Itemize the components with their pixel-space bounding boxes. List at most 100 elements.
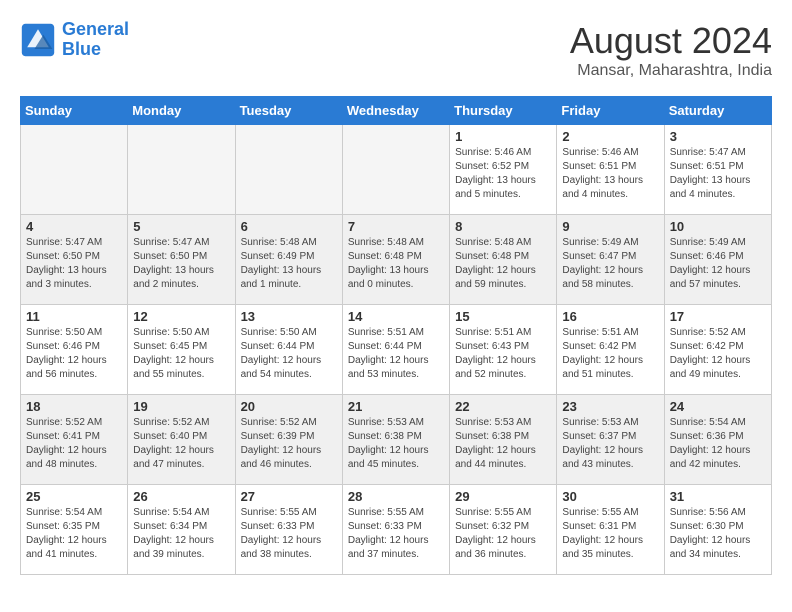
day-info: Sunrise: 5:52 AM Sunset: 6:39 PM Dayligh…	[241, 416, 337, 472]
day-number: 26	[133, 489, 229, 504]
calendar-cell: 12 Sunrise: 5:50 AM Sunset: 6:45 PM Dayli…	[128, 305, 235, 395]
day-number: 21	[348, 399, 444, 414]
day-info: Sunrise: 5:47 AM Sunset: 6:50 PM Dayligh…	[133, 236, 229, 292]
calendar-cell: 3 Sunrise: 5:47 AM Sunset: 6:51 PM Daylig…	[664, 125, 771, 215]
calendar-cell: 19 Sunrise: 5:52 AM Sunset: 6:40 PM Dayli…	[128, 395, 235, 485]
day-number: 27	[241, 489, 337, 504]
calendar-cell: 4 Sunrise: 5:47 AM Sunset: 6:50 PM Daylig…	[21, 215, 128, 305]
month-year: August 2024	[570, 20, 772, 62]
week-row-5: 25 Sunrise: 5:54 AM Sunset: 6:35 PM Dayli…	[21, 485, 772, 575]
calendar-cell: 13Sunrise: 5:50 AM Sunset: 6:44 PM Dayli…	[235, 305, 342, 395]
calendar-cell	[235, 125, 342, 215]
calendar-cell: 28 Sunrise: 5:55 AM Sunset: 6:33 PM Dayli…	[342, 485, 449, 575]
calendar-cell: 7 Sunrise: 5:48 AM Sunset: 6:48 PM Daylig…	[342, 215, 449, 305]
day-info: Sunrise: 5:52 AM Sunset: 6:42 PM Dayligh…	[670, 326, 766, 382]
calendar-cell: 18Sunrise: 5:52 AM Sunset: 6:41 PM Dayli…	[21, 395, 128, 485]
day-info: Sunrise: 5:55 AM Sunset: 6:31 PM Dayligh…	[562, 506, 658, 562]
page-header: General Blue August 2024 Mansar, Maharas…	[20, 20, 772, 80]
day-number: 5	[133, 219, 229, 234]
calendar-cell: 30 Sunrise: 5:55 AM Sunset: 6:31 PM Dayli…	[557, 485, 664, 575]
logo: General Blue	[20, 20, 129, 60]
day-info: Sunrise: 5:49 AM Sunset: 6:47 PM Dayligh…	[562, 236, 658, 292]
day-info: Sunrise: 5:51 AM Sunset: 6:44 PM Dayligh…	[348, 326, 444, 382]
calendar-cell: 1Sunrise: 5:46 AM Sunset: 6:52 PM Daylig…	[450, 125, 557, 215]
day-number: 6	[241, 219, 337, 234]
calendar-cell: 8Sunrise: 5:48 AM Sunset: 6:48 PM Daylig…	[450, 215, 557, 305]
day-info: Sunrise: 5:50 AM Sunset: 6:46 PM Dayligh…	[26, 326, 122, 382]
day-header-wednesday: Wednesday	[342, 97, 449, 125]
calendar-cell: 23 Sunrise: 5:53 AM Sunset: 6:37 PM Dayli…	[557, 395, 664, 485]
day-info: Sunrise: 5:48 AM Sunset: 6:49 PM Dayligh…	[241, 236, 337, 292]
calendar-cell: 29Sunrise: 5:55 AM Sunset: 6:32 PM Dayli…	[450, 485, 557, 575]
day-header-thursday: Thursday	[450, 97, 557, 125]
day-info: Sunrise: 5:49 AM Sunset: 6:46 PM Dayligh…	[670, 236, 766, 292]
day-info: Sunrise: 5:54 AM Sunset: 6:36 PM Dayligh…	[670, 416, 766, 472]
day-number: 13	[241, 309, 337, 324]
day-number: 9	[562, 219, 658, 234]
calendar-cell: 31 Sunrise: 5:56 AM Sunset: 6:30 PM Dayli…	[664, 485, 771, 575]
day-number: 15	[455, 309, 551, 324]
day-info: Sunrise: 5:48 AM Sunset: 6:48 PM Dayligh…	[348, 236, 444, 292]
calendar-cell: 27 Sunrise: 5:55 AM Sunset: 6:33 PM Dayli…	[235, 485, 342, 575]
day-info: Sunrise: 5:50 AM Sunset: 6:45 PM Dayligh…	[133, 326, 229, 382]
day-number: 7	[348, 219, 444, 234]
day-number: 1	[455, 129, 551, 144]
logo-text: General Blue	[62, 20, 129, 60]
day-info: Sunrise: 5:47 AM Sunset: 6:50 PM Dayligh…	[26, 236, 122, 292]
day-number: 30	[562, 489, 658, 504]
calendar-cell: 11 Sunrise: 5:50 AM Sunset: 6:46 PM Dayli…	[21, 305, 128, 395]
day-header-tuesday: Tuesday	[235, 97, 342, 125]
day-header-sunday: Sunday	[21, 97, 128, 125]
logo-icon	[20, 22, 56, 58]
calendar-cell: 21 Sunrise: 5:53 AM Sunset: 6:38 PM Dayli…	[342, 395, 449, 485]
day-number: 3	[670, 129, 766, 144]
day-info: Sunrise: 5:47 AM Sunset: 6:51 PM Dayligh…	[670, 146, 766, 202]
calendar-cell: 22Sunrise: 5:53 AM Sunset: 6:38 PM Dayli…	[450, 395, 557, 485]
day-number: 2	[562, 129, 658, 144]
title-block: August 2024 Mansar, Maharashtra, India	[570, 20, 772, 80]
calendar-cell: 10Sunrise: 5:49 AM Sunset: 6:46 PM Dayli…	[664, 215, 771, 305]
day-info: Sunrise: 5:51 AM Sunset: 6:43 PM Dayligh…	[455, 326, 551, 382]
day-number: 18	[26, 399, 122, 414]
day-info: Sunrise: 5:52 AM Sunset: 6:40 PM Dayligh…	[133, 416, 229, 472]
calendar-cell: 25 Sunrise: 5:54 AM Sunset: 6:35 PM Dayli…	[21, 485, 128, 575]
day-header-friday: Friday	[557, 97, 664, 125]
week-row-3: 11 Sunrise: 5:50 AM Sunset: 6:46 PM Dayli…	[21, 305, 772, 395]
day-number: 23	[562, 399, 658, 414]
day-info: Sunrise: 5:55 AM Sunset: 6:33 PM Dayligh…	[241, 506, 337, 562]
calendar-cell: 26 Sunrise: 5:54 AM Sunset: 6:34 PM Dayli…	[128, 485, 235, 575]
day-header-monday: Monday	[128, 97, 235, 125]
day-number: 19	[133, 399, 229, 414]
header-row: SundayMondayTuesdayWednesdayThursdayFrid…	[21, 97, 772, 125]
day-info: Sunrise: 5:46 AM Sunset: 6:51 PM Dayligh…	[562, 146, 658, 202]
calendar-cell: 15 Sunrise: 5:51 AM Sunset: 6:43 PM Dayli…	[450, 305, 557, 395]
day-number: 25	[26, 489, 122, 504]
day-number: 28	[348, 489, 444, 504]
day-number: 12	[133, 309, 229, 324]
calendar-cell: 16Sunrise: 5:51 AM Sunset: 6:42 PM Dayli…	[557, 305, 664, 395]
day-number: 11	[26, 309, 122, 324]
calendar-cell	[342, 125, 449, 215]
day-info: Sunrise: 5:54 AM Sunset: 6:35 PM Dayligh…	[26, 506, 122, 562]
calendar-cell: 14 Sunrise: 5:51 AM Sunset: 6:44 PM Dayli…	[342, 305, 449, 395]
day-info: Sunrise: 5:53 AM Sunset: 6:37 PM Dayligh…	[562, 416, 658, 472]
day-number: 31	[670, 489, 766, 504]
calendar-cell	[128, 125, 235, 215]
calendar-cell: 20Sunrise: 5:52 AM Sunset: 6:39 PM Dayli…	[235, 395, 342, 485]
day-info: Sunrise: 5:55 AM Sunset: 6:33 PM Dayligh…	[348, 506, 444, 562]
day-number: 17	[670, 309, 766, 324]
day-info: Sunrise: 5:56 AM Sunset: 6:30 PM Dayligh…	[670, 506, 766, 562]
week-row-4: 18Sunrise: 5:52 AM Sunset: 6:41 PM Dayli…	[21, 395, 772, 485]
day-info: Sunrise: 5:53 AM Sunset: 6:38 PM Dayligh…	[348, 416, 444, 472]
day-header-saturday: Saturday	[664, 97, 771, 125]
day-info: Sunrise: 5:48 AM Sunset: 6:48 PM Dayligh…	[455, 236, 551, 292]
location: Mansar, Maharashtra, India	[570, 62, 772, 80]
day-info: Sunrise: 5:54 AM Sunset: 6:34 PM Dayligh…	[133, 506, 229, 562]
day-number: 14	[348, 309, 444, 324]
calendar-cell	[21, 125, 128, 215]
day-number: 29	[455, 489, 551, 504]
day-number: 4	[26, 219, 122, 234]
day-info: Sunrise: 5:51 AM Sunset: 6:42 PM Dayligh…	[562, 326, 658, 382]
calendar-cell: 2 Sunrise: 5:46 AM Sunset: 6:51 PM Daylig…	[557, 125, 664, 215]
calendar-cell: 9 Sunrise: 5:49 AM Sunset: 6:47 PM Daylig…	[557, 215, 664, 305]
